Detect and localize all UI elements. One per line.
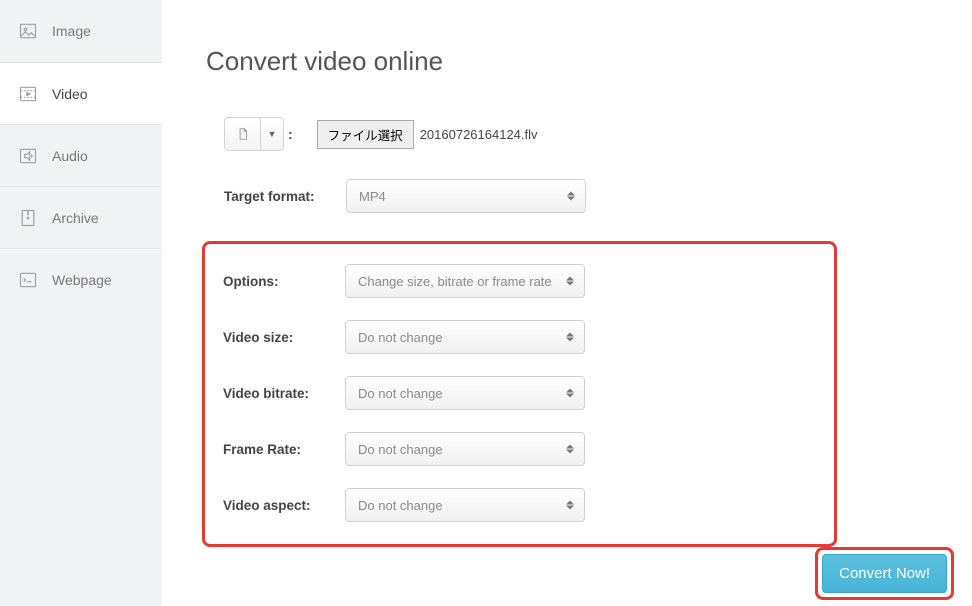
- sort-icon: [566, 389, 574, 398]
- sort-icon: [566, 501, 574, 510]
- file-choose-button[interactable]: ファイル選択: [317, 120, 414, 149]
- target-format-label: Target format:: [206, 189, 346, 204]
- select-value: Do not change: [358, 330, 443, 345]
- sidebar-item-archive[interactable]: Archive: [0, 186, 162, 248]
- page-title: Convert video online: [206, 46, 932, 77]
- video-bitrate-label: Video bitrate:: [205, 386, 345, 401]
- sidebar: Image Video Audio Archive Webpage: [0, 0, 162, 606]
- video-aspect-select[interactable]: Do not change: [345, 488, 585, 522]
- sidebar-item-video[interactable]: Video: [0, 62, 162, 124]
- select-value: Do not change: [358, 498, 443, 513]
- video-bitrate-select[interactable]: Do not change: [345, 376, 585, 410]
- video-size-select[interactable]: Do not change: [345, 320, 585, 354]
- convert-button[interactable]: Convert Now!: [822, 554, 947, 593]
- frame-rate-select[interactable]: Do not change: [345, 432, 585, 466]
- frame-rate-label: Frame Rate:: [205, 442, 345, 457]
- video-size-row: Video size: Do not change: [205, 320, 834, 354]
- audio-icon: [18, 146, 38, 166]
- target-format-row: Target format: MP4: [206, 179, 932, 213]
- sidebar-item-label: Archive: [52, 210, 99, 226]
- video-aspect-label: Video aspect:: [205, 498, 345, 513]
- sort-icon: [566, 277, 574, 286]
- caret-down-icon: ▼: [261, 118, 283, 150]
- convert-highlight-box: Convert Now!: [815, 547, 954, 600]
- options-row: Options: Change size, bitrate or frame r…: [205, 264, 834, 298]
- sort-icon: [567, 192, 575, 201]
- select-value: Do not change: [358, 386, 443, 401]
- main-panel: Convert video online ▼ : ファイル選択 20160726…: [162, 0, 972, 606]
- file-icon: [225, 118, 261, 150]
- frame-rate-row: Frame Rate: Do not change: [205, 432, 834, 466]
- select-value: Change size, bitrate or frame rate: [358, 274, 552, 289]
- select-value: MP4: [359, 189, 386, 204]
- webpage-icon: [18, 270, 38, 290]
- sidebar-item-label: Video: [52, 86, 88, 102]
- archive-icon: [18, 208, 38, 228]
- file-source-button[interactable]: ▼: [224, 117, 284, 151]
- sort-icon: [566, 445, 574, 454]
- options-select[interactable]: Change size, bitrate or frame rate: [345, 264, 585, 298]
- video-aspect-row: Video aspect: Do not change: [205, 488, 834, 522]
- sidebar-item-webpage[interactable]: Webpage: [0, 248, 162, 310]
- target-format-select[interactable]: MP4: [346, 179, 586, 213]
- sidebar-item-label: Webpage: [52, 272, 112, 288]
- file-colon: :: [288, 126, 293, 142]
- options-label: Options:: [205, 274, 345, 289]
- file-row: ▼ : ファイル選択 20160726164124.flv: [206, 117, 932, 151]
- video-size-label: Video size:: [205, 330, 345, 345]
- image-icon: [18, 21, 38, 41]
- sidebar-item-label: Audio: [52, 148, 88, 164]
- sidebar-item-image[interactable]: Image: [0, 0, 162, 62]
- video-bitrate-row: Video bitrate: Do not change: [205, 376, 834, 410]
- video-icon: [18, 84, 38, 104]
- sidebar-item-audio[interactable]: Audio: [0, 124, 162, 186]
- selected-file-name: 20160726164124.flv: [420, 127, 538, 142]
- options-highlight-box: Options: Change size, bitrate or frame r…: [202, 241, 837, 547]
- sort-icon: [566, 333, 574, 342]
- select-value: Do not change: [358, 442, 443, 457]
- sidebar-item-label: Image: [52, 23, 91, 39]
